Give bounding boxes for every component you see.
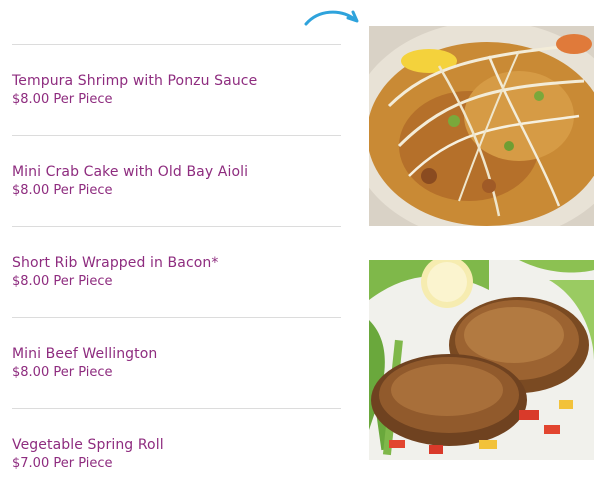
pad-thai-noodles-photo: [369, 26, 594, 226]
menu-item-name: Tempura Shrimp with Ponzu Sauce: [12, 73, 258, 89]
menu-item: Short Rib Wrapped in Bacon* $8.00 Per Pi…: [12, 226, 341, 317]
menu-item-name: Mini Crab Cake with Old Bay Aioli: [12, 164, 249, 180]
menu-item: Mini Crab Cake with Old Bay Aioli $8.00 …: [12, 135, 341, 226]
curved-arrow-right-icon: [304, 10, 359, 26]
crab-cakes-salad-photo: [369, 260, 594, 460]
menu-item: Mini Beef Wellington $8.00 Per Piece: [12, 317, 341, 408]
menu-item-price: $8.00 Per Piece: [12, 92, 113, 107]
menu-item-price: $8.00 Per Piece: [12, 365, 113, 380]
menu-item-price: $7.00 Per Piece: [12, 456, 113, 471]
menu-item: Tempura Shrimp with Ponzu Sauce $8.00 Pe…: [12, 44, 341, 135]
menu-item-name: Vegetable Spring Roll: [12, 437, 164, 453]
menu-item-name: Mini Beef Wellington: [12, 346, 158, 362]
menu-item-price: $8.00 Per Piece: [12, 274, 113, 289]
menu-item: Vegetable Spring Roll $7.00 Per Piece: [12, 408, 341, 499]
appetizer-menu-list: Tempura Shrimp with Ponzu Sauce $8.00 Pe…: [12, 44, 341, 499]
menu-item-price: $8.00 Per Piece: [12, 183, 113, 198]
menu-item-name: Short Rib Wrapped in Bacon*: [12, 255, 219, 271]
